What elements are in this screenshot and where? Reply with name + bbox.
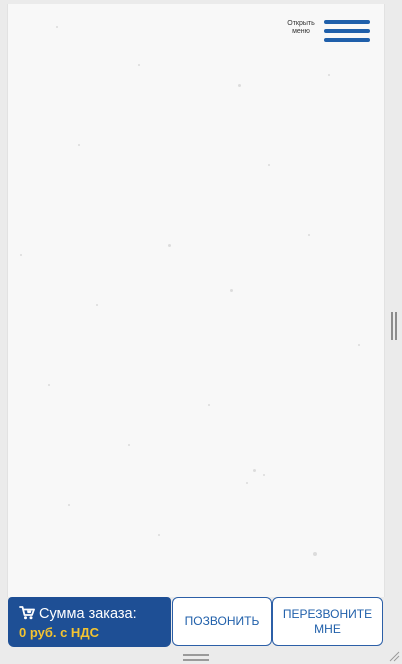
scrollbar-grip[interactable] (390, 312, 398, 340)
app-frame: Открыть меню Сумма заказа: 0 руб. с НДС … (0, 0, 402, 664)
bottom-resize-grip[interactable] (183, 654, 209, 662)
page-content: Открыть меню (7, 4, 385, 597)
resize-corner-icon[interactable] (388, 650, 400, 662)
callback-button[interactable]: ПЕРЕЗВОНИТЕ МНЕ (272, 597, 383, 646)
order-sum-button[interactable]: Сумма заказа: 0 руб. с НДС (8, 597, 171, 647)
call-button[interactable]: ПОЗВОНИТЬ (172, 597, 272, 646)
order-sum-label: Сумма заказа: (39, 606, 137, 622)
order-sum-value: 0 руб. с НДС (19, 625, 99, 640)
hamburger-icon[interactable] (324, 20, 370, 44)
order-sum-row: Сумма заказа: (19, 605, 137, 623)
open-menu-label: Открыть меню (287, 20, 315, 35)
cart-icon (19, 606, 35, 620)
open-menu-button[interactable]: Открыть меню (280, 16, 370, 44)
